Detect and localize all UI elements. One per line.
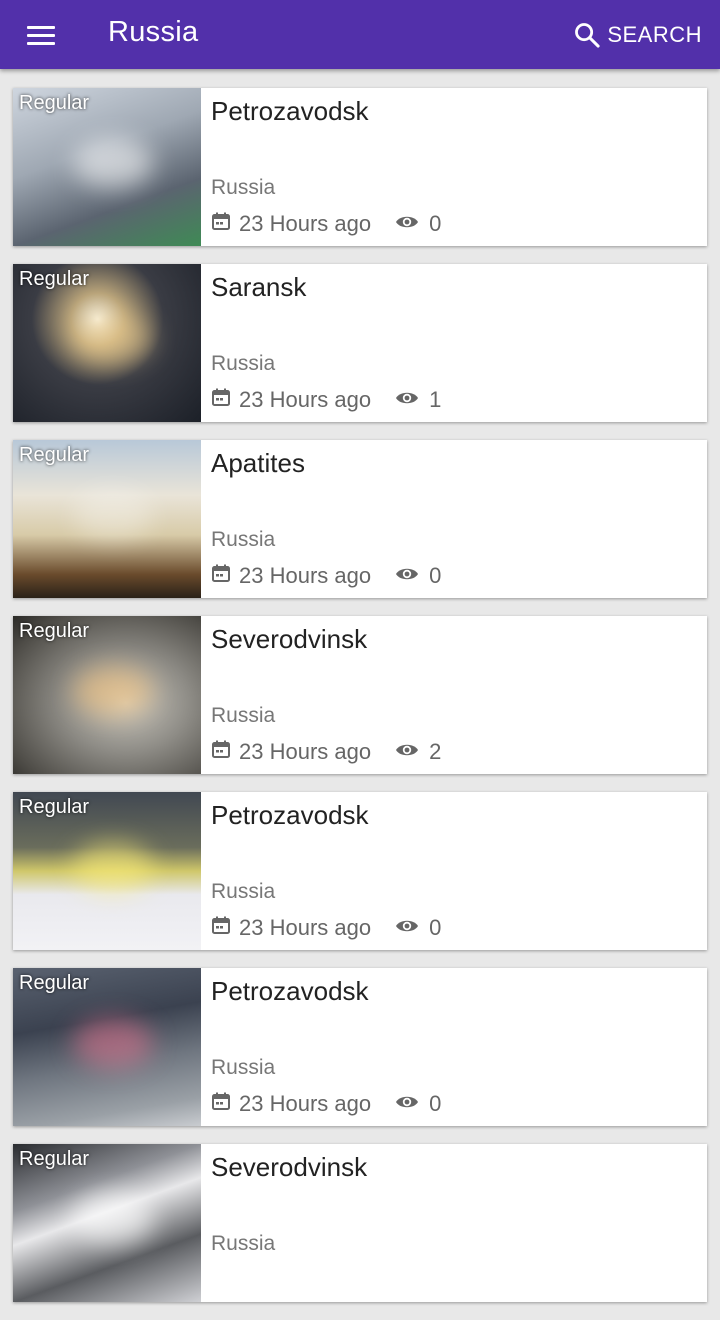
thumbnail-highlight bbox=[73, 1194, 153, 1244]
thumbnail-highlight bbox=[73, 314, 153, 364]
search-button[interactable]: SEARCH bbox=[573, 16, 702, 54]
camera-meta: 23 Hours ago 2 bbox=[211, 738, 441, 766]
updated-time: 23 Hours ago bbox=[239, 563, 372, 588]
camera-card[interactable]: Regular Apatites Russia 23 Hours ago 0 bbox=[13, 440, 707, 598]
camera-card[interactable]: Regular Petrozavodsk Russia 23 Hours ago 0 bbox=[13, 968, 707, 1126]
page-title: Russia bbox=[108, 16, 199, 48]
view-count: 1 bbox=[429, 387, 442, 412]
camera-country: Russia bbox=[211, 528, 276, 551]
eye-icon bbox=[395, 211, 419, 237]
search-icon bbox=[575, 23, 600, 48]
eye-icon bbox=[395, 563, 419, 589]
thumbnail-highlight bbox=[73, 490, 153, 540]
thumbnail-highlight bbox=[73, 1018, 153, 1068]
camera-list: Regular Petrozavodsk Russia 23 Hours ago 0 Re… bbox=[13, 88, 707, 1320]
camera-country: Russia bbox=[211, 704, 276, 727]
camera-thumbnail[interactable]: Regular bbox=[13, 968, 201, 1126]
camera-type-badge: Regular bbox=[19, 972, 90, 994]
camera-thumbnail[interactable]: Regular bbox=[13, 88, 201, 246]
camera-country: Russia bbox=[211, 352, 276, 375]
calendar-icon bbox=[211, 915, 231, 941]
calendar-icon bbox=[211, 387, 231, 413]
eye-icon bbox=[395, 915, 419, 941]
updated-time: 23 Hours ago bbox=[239, 739, 372, 764]
view-count: 0 bbox=[429, 1091, 442, 1116]
view-count: 0 bbox=[429, 563, 442, 588]
camera-card[interactable]: Regular Severodvinsk Russia 23 Hours ago 2 bbox=[13, 616, 707, 774]
camera-city: Petrozavodsk bbox=[211, 800, 369, 830]
camera-thumbnail[interactable]: Regular bbox=[13, 1144, 201, 1302]
camera-country: Russia bbox=[211, 1056, 276, 1079]
camera-type-badge: Regular bbox=[19, 796, 90, 818]
camera-card[interactable]: Regular Petrozavodsk Russia 23 Hours ago 0 bbox=[13, 88, 707, 246]
thumbnail-highlight bbox=[73, 138, 153, 188]
view-count: 2 bbox=[429, 739, 442, 764]
camera-thumbnail[interactable]: Regular bbox=[13, 616, 201, 774]
camera-type-badge: Regular bbox=[19, 620, 90, 642]
camera-meta: 23 Hours ago 0 bbox=[211, 210, 441, 238]
camera-card[interactable]: Regular Petrozavodsk Russia 23 Hours ago 0 bbox=[13, 792, 707, 950]
eye-icon bbox=[395, 1091, 419, 1117]
search-label: SEARCH bbox=[607, 22, 702, 47]
updated-time: 23 Hours ago bbox=[239, 915, 372, 940]
camera-country: Russia bbox=[211, 176, 276, 199]
camera-city: Saransk bbox=[211, 272, 307, 302]
camera-country: Russia bbox=[211, 880, 276, 903]
camera-thumbnail[interactable]: Regular bbox=[13, 440, 201, 598]
thumbnail-highlight bbox=[73, 666, 153, 716]
hamburger-menu-icon[interactable] bbox=[20, 16, 64, 54]
view-count: 0 bbox=[429, 211, 442, 236]
eye-icon bbox=[395, 739, 419, 765]
updated-time: 23 Hours ago bbox=[239, 211, 372, 236]
eye-icon bbox=[395, 387, 419, 413]
view-count: 0 bbox=[429, 915, 442, 940]
thumbnail-highlight bbox=[73, 842, 153, 892]
camera-card[interactable]: Regular Severodvinsk Russia bbox=[13, 1144, 707, 1302]
camera-meta: 23 Hours ago 1 bbox=[211, 386, 441, 414]
app-bar: Russia SEARCH bbox=[0, 0, 720, 69]
camera-meta: 23 Hours ago 0 bbox=[211, 1090, 441, 1118]
camera-type-badge: Regular bbox=[19, 92, 90, 114]
camera-type-badge: Regular bbox=[19, 444, 90, 466]
camera-type-badge: Regular bbox=[19, 268, 90, 290]
calendar-icon bbox=[211, 563, 231, 589]
updated-time: 23 Hours ago bbox=[239, 387, 372, 412]
calendar-icon bbox=[211, 739, 231, 765]
camera-thumbnail[interactable]: Regular bbox=[13, 792, 201, 950]
updated-time: 23 Hours ago bbox=[239, 1091, 372, 1116]
calendar-icon bbox=[211, 211, 231, 237]
calendar-icon bbox=[211, 1091, 231, 1117]
camera-city: Petrozavodsk bbox=[211, 96, 369, 126]
camera-thumbnail[interactable]: Regular bbox=[13, 264, 201, 422]
camera-city: Severodvinsk bbox=[211, 1152, 368, 1182]
camera-city: Petrozavodsk bbox=[211, 976, 369, 1006]
camera-meta: 23 Hours ago 0 bbox=[211, 914, 441, 942]
camera-type-badge: Regular bbox=[19, 1148, 90, 1170]
camera-city: Apatites bbox=[211, 448, 305, 478]
camera-country: Russia bbox=[211, 1232, 276, 1255]
camera-meta: 23 Hours ago 0 bbox=[211, 562, 441, 590]
camera-card[interactable]: Regular Saransk Russia 23 Hours ago 1 bbox=[13, 264, 707, 422]
camera-city: Severodvinsk bbox=[211, 624, 368, 654]
